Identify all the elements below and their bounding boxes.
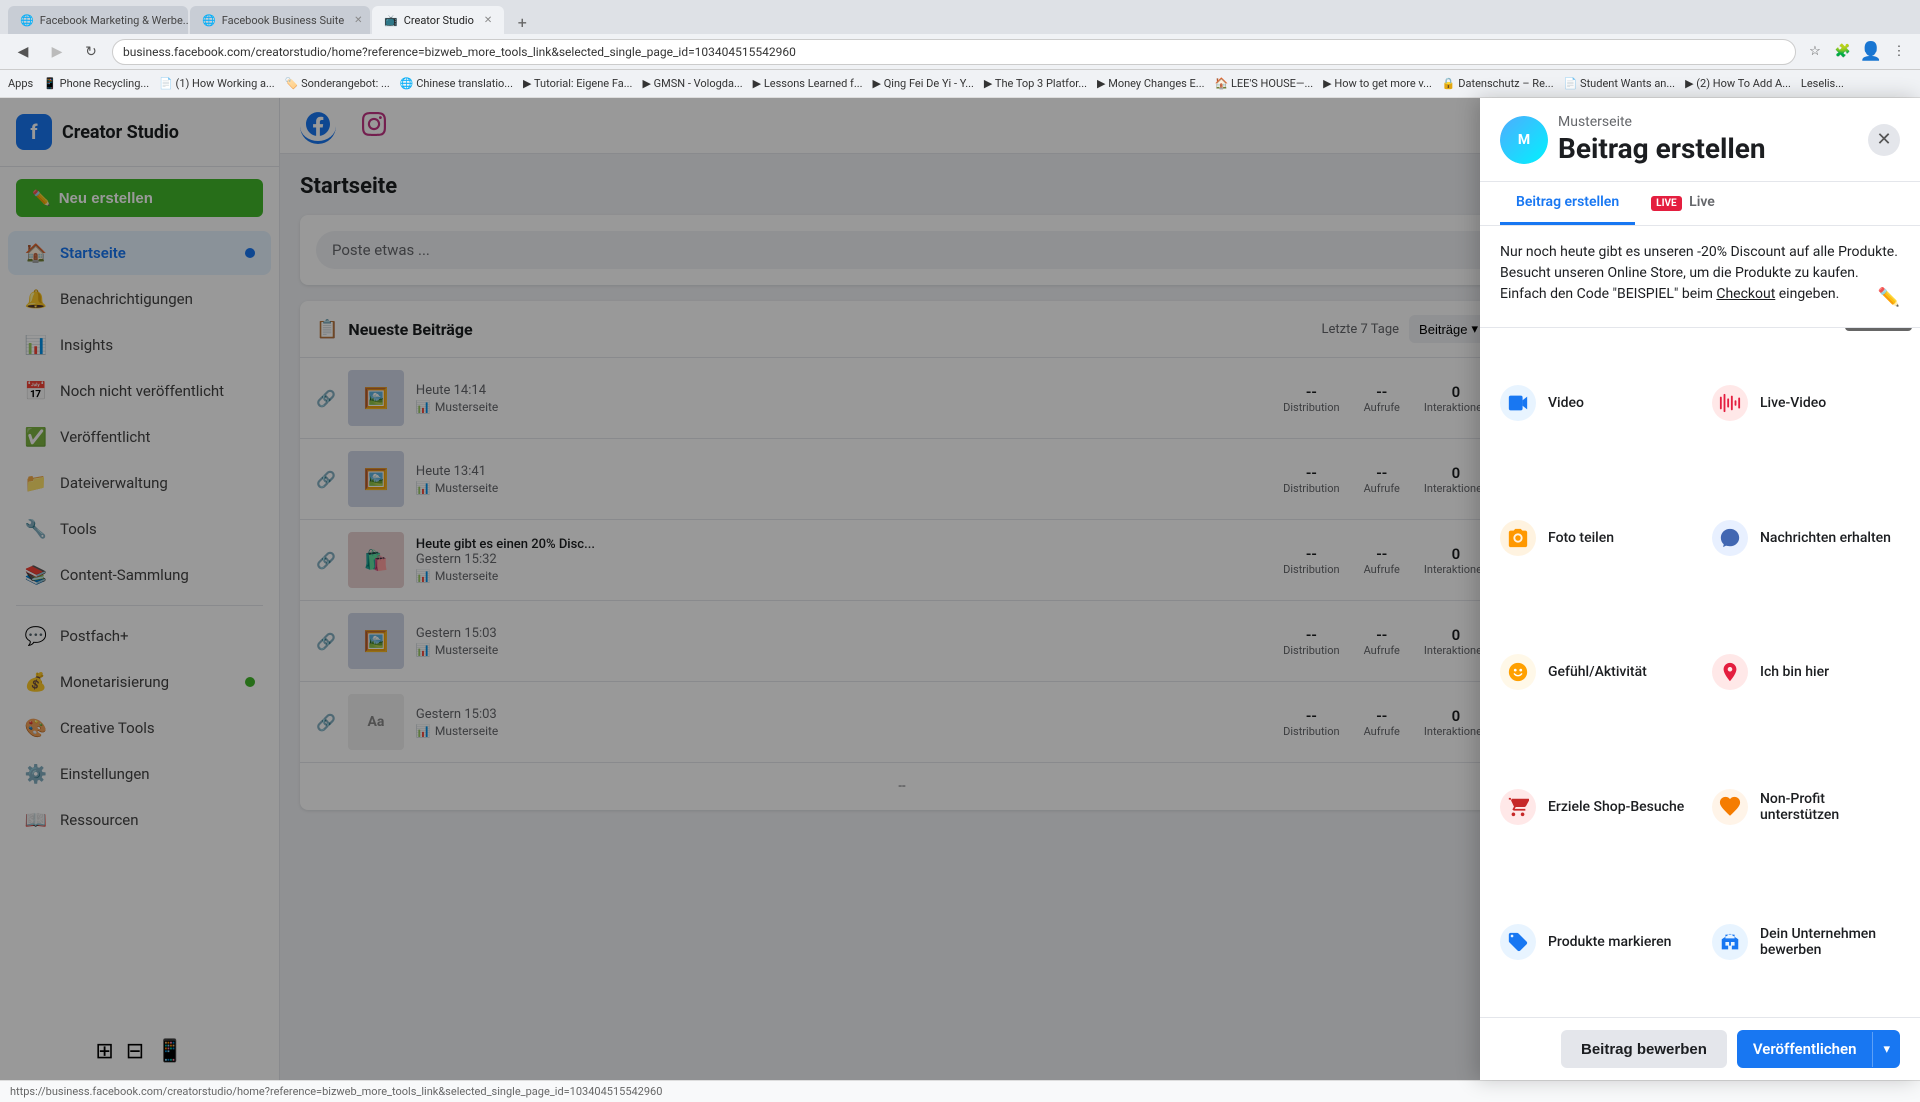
bookmark-7[interactable]: ▶ Lessons Learned f... <box>753 77 863 90</box>
bookmark-1[interactable]: 📱 Phone Recycling... <box>43 77 149 90</box>
bookmark-12[interactable]: ▶ How to get more v... <box>1323 77 1432 90</box>
tab-label-2: Facebook Business Suite <box>222 14 344 27</box>
option-gefuehl[interactable]: Gefühl/Aktivität <box>1488 605 1700 740</box>
nonprofit-option-label: Non-Profit unterstützen <box>1760 791 1900 823</box>
bookmark-14[interactable]: 📄 Student Wants an... <box>1564 77 1675 90</box>
option-non-profit[interactable]: Non-Profit unterstützen <box>1700 740 1912 875</box>
live-badge: LIVE <box>1651 196 1682 211</box>
veroeffentlichen-arrow[interactable]: ▾ <box>1872 1032 1900 1067</box>
bookmark-2[interactable]: 📄 (1) How Working a... <box>159 77 275 90</box>
shop-option-label: Erziele Shop-Besuche <box>1548 799 1684 815</box>
bookmark-16[interactable]: Leselis... <box>1801 77 1844 90</box>
overlay-panel: M Musterseite Beitrag erstellen ✕ Beitra… <box>1480 98 1920 1080</box>
location-option-label: Ich bin hier <box>1760 664 1829 680</box>
status-url: https://business.facebook.com/creatorstu… <box>10 1085 662 1098</box>
overlay-options-grid: Video Live-Video Live-Video Foto teilen … <box>1480 328 1920 1017</box>
option-produkte-markieren[interactable]: Produkte markieren <box>1488 874 1700 1009</box>
extensions-button[interactable]: 🧩 <box>1832 41 1854 63</box>
overlay-close-button[interactable]: ✕ <box>1868 124 1900 156</box>
bookmark-13[interactable]: 🔒 Datenschutz – Re... <box>1442 77 1554 90</box>
nachrichten-option-icon <box>1712 520 1748 556</box>
tab-close-3[interactable]: ✕ <box>484 15 492 26</box>
bookmark-8[interactable]: ▶ Qing Fei De Yi - Y... <box>873 77 974 90</box>
tab-beitrag-erstellen[interactable]: Beitrag erstellen <box>1500 182 1635 225</box>
new-tab-button[interactable]: + <box>510 10 534 34</box>
tag-option-label: Produkte markieren <box>1548 934 1671 950</box>
option-video[interactable]: Video <box>1488 336 1700 471</box>
url-text: business.facebook.com/creatorstudio/home… <box>123 45 796 59</box>
edit-icon: ✏️ <box>1878 284 1900 311</box>
bookmark-11[interactable]: 🏠 LEE'S HOUSE—... <box>1215 77 1314 90</box>
bookmark-button[interactable]: ☆ <box>1804 41 1826 63</box>
bookmark-10[interactable]: ▶ Money Changes E... <box>1097 77 1204 90</box>
veroeffentlichen-split-button[interactable]: Veröffentlichen ▾ <box>1737 1030 1900 1068</box>
tag-option-icon <box>1500 924 1536 960</box>
foto-option-icon <box>1500 520 1536 556</box>
overlay-page-name: Musterseite <box>1558 114 1766 130</box>
business-option-icon <box>1712 924 1748 960</box>
browser-tab-1[interactable]: 🌐 Facebook Marketing & Werbe... ✕ <box>8 6 188 34</box>
gefuehl-option-label: Gefühl/Aktivität <box>1548 664 1647 680</box>
tab-favicon-3: 📺 <box>384 14 398 27</box>
bookmark-apps[interactable]: Apps <box>8 77 33 90</box>
tab-label-1: Facebook Marketing & Werbe... <box>40 14 188 27</box>
shop-option-icon <box>1500 789 1536 825</box>
forward-button[interactable]: ▶ <box>44 39 70 65</box>
overlay-footer: Beitrag bewerben Veröffentlichen ▾ <box>1480 1017 1920 1080</box>
overlay-header: M Musterseite Beitrag erstellen ✕ <box>1480 98 1920 182</box>
browser-tab-2[interactable]: 🌐 Facebook Business Suite ✕ <box>190 6 370 34</box>
url-bar[interactable]: business.facebook.com/creatorstudio/home… <box>112 39 1796 65</box>
tab-favicon-2: 🌐 <box>202 14 216 27</box>
beitrag-erstellen-label: Beitrag erstellen <box>1516 194 1619 210</box>
overlay-description: Nur noch heute gibt es unseren -20% Disc… <box>1480 226 1920 328</box>
tab-favicon-1: 🌐 <box>20 14 34 27</box>
option-ich-bin-hier[interactable]: Ich bin hier <box>1700 605 1912 740</box>
live-video-option-label: Live-Video <box>1760 395 1826 411</box>
overlay-tabs: Beitrag erstellen LIVE Live <box>1480 182 1920 226</box>
option-shop-besuche[interactable]: Erziele Shop-Besuche <box>1488 740 1700 875</box>
foto-option-label: Foto teilen <box>1548 530 1614 546</box>
back-button[interactable]: ◀ <box>10 39 36 65</box>
bookmark-6[interactable]: ▶ GMSN - Vologda... <box>642 77 742 90</box>
live-tab-label: Live <box>1689 194 1715 210</box>
gefuehl-option-icon <box>1500 654 1536 690</box>
menu-button[interactable]: ⋮ <box>1888 41 1910 63</box>
live-video-tooltip: Live-Video <box>1845 328 1912 331</box>
business-option-label: Dein Unternehmen bewerben <box>1760 926 1900 958</box>
refresh-button[interactable]: ↻ <box>78 39 104 65</box>
browser-tab-3[interactable]: 📺 Creator Studio ✕ <box>372 6 504 34</box>
overlay-title: Beitrag erstellen <box>1558 132 1766 165</box>
live-video-option-icon <box>1712 385 1748 421</box>
veroeffentlichen-main[interactable]: Veröffentlichen <box>1737 1030 1873 1068</box>
status-bar: https://business.facebook.com/creatorstu… <box>0 1080 1920 1102</box>
bookmark-15[interactable]: ▶ (2) How To Add A... <box>1685 77 1791 90</box>
checkout-link[interactable]: Checkout <box>1716 286 1775 302</box>
nachrichten-option-label: Nachrichten erhalten <box>1760 530 1891 546</box>
tab-close-2[interactable]: ✕ <box>354 15 362 26</box>
bookmark-9[interactable]: ▶ The Top 3 Platfor... <box>984 77 1087 90</box>
tab-label-3: Creator Studio <box>404 14 474 27</box>
browser-chrome: 🌐 Facebook Marketing & Werbe... ✕ 🌐 Face… <box>0 0 1920 98</box>
beitrag-bewerben-button[interactable]: Beitrag bewerben <box>1561 1030 1727 1068</box>
option-foto-teilen[interactable]: Foto teilen <box>1488 471 1700 606</box>
nonprofit-option-icon <box>1712 789 1748 825</box>
overlay-page-avatar: M <box>1500 116 1548 164</box>
profile-button[interactable]: 👤 <box>1860 41 1882 63</box>
browser-tabs: 🌐 Facebook Marketing & Werbe... ✕ 🌐 Face… <box>8 0 534 34</box>
video-option-icon <box>1500 385 1536 421</box>
bookmark-3[interactable]: 🏷️ Sonderangebot: ... <box>285 77 390 90</box>
bookmark-5[interactable]: ▶ Tutorial: Eigene Fa... <box>523 77 632 90</box>
tab-live[interactable]: LIVE Live <box>1635 182 1731 225</box>
bookmark-4[interactable]: 🌐 Chinese translatio... <box>400 77 513 90</box>
option-nachrichten[interactable]: Nachrichten erhalten <box>1700 471 1912 606</box>
video-option-label: Video <box>1548 395 1584 411</box>
option-unternehmen[interactable]: Dein Unternehmen bewerben <box>1700 874 1912 1009</box>
location-option-icon <box>1712 654 1748 690</box>
option-live-video[interactable]: Live-Video Live-Video <box>1700 336 1912 471</box>
